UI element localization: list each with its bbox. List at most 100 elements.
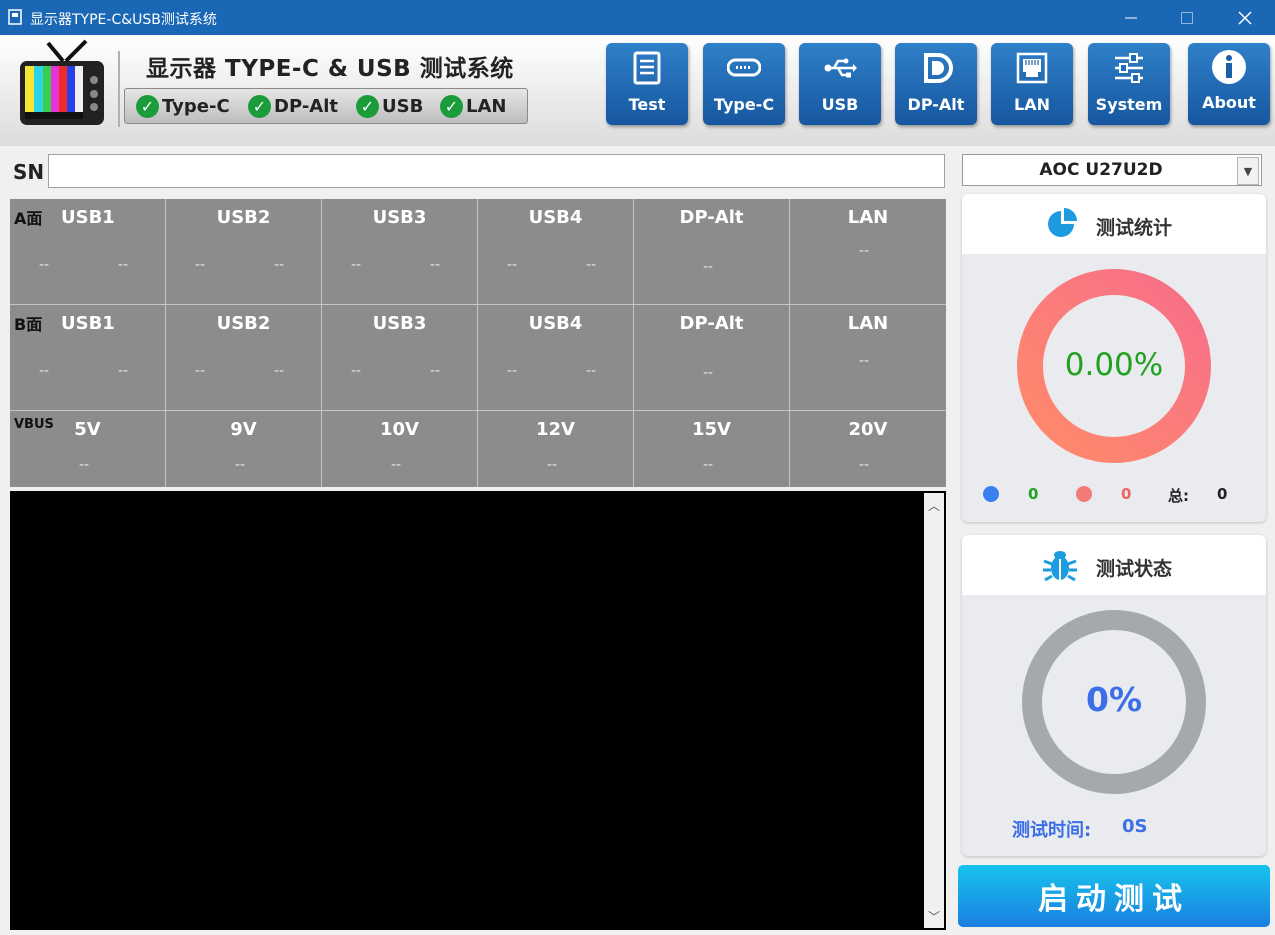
info-icon: [1212, 50, 1246, 84]
nav-lan-button[interactable]: LAN: [991, 43, 1073, 125]
test-time-value: 0S: [1122, 816, 1148, 837]
check-icon: ✓: [440, 94, 463, 118]
nav-dp-alt-button[interactable]: DP-Alt: [895, 43, 977, 125]
fail-dot-icon: [1076, 486, 1092, 502]
app-title: 显示器 TYPE-C & USB 测试系统: [146, 56, 514, 82]
bug-icon: [1043, 551, 1077, 582]
cell-header: 15V: [692, 419, 731, 440]
nav-label: System: [1095, 95, 1163, 114]
window-title: 显示器TYPE-C&USB测试系统: [30, 12, 217, 28]
cell-value: --: [547, 457, 558, 473]
nav-test-button[interactable]: Test: [606, 43, 688, 125]
nav-label: About: [1202, 93, 1256, 112]
model-select[interactable]: AOC U27U2D ▼: [962, 154, 1262, 186]
cell-value: --: [118, 363, 129, 379]
vbus-20v-cell: 20V --: [790, 411, 946, 487]
scroll-down-icon[interactable]: ﹀: [924, 906, 944, 926]
status-usb: ✓ USB: [356, 94, 423, 118]
cell-value: --: [703, 259, 714, 275]
minimize-button[interactable]: [1103, 0, 1159, 35]
nav-about-button[interactable]: About: [1188, 43, 1270, 125]
cell-value: --: [507, 363, 518, 379]
side-b-usb2-cell: USB2 -- --: [166, 305, 322, 411]
cell-header: DP-Alt: [679, 207, 744, 228]
chevron-down-icon[interactable]: ▼: [1237, 157, 1259, 185]
vbus-9v-cell: 9V --: [166, 411, 322, 487]
cell-header: 20V: [848, 419, 888, 440]
test-time-label: 测试时间:: [1012, 820, 1092, 841]
vbus-12v-cell: 12V --: [478, 411, 634, 487]
nav-system-button[interactable]: System: [1088, 43, 1170, 125]
results-grid: A面 USB1 -- -- USB2 -- -- USB3 -- -- USB4…: [10, 199, 946, 487]
cell-value: --: [195, 363, 206, 379]
cell-header: USB3: [372, 313, 427, 334]
check-icon: ✓: [248, 94, 271, 118]
cell-value: --: [118, 257, 129, 273]
minimize-icon: [1125, 17, 1137, 18]
pass-dot-icon: [983, 486, 999, 502]
stats-card-header: 测试统计: [962, 194, 1266, 254]
side-b-usb3-cell: USB3 -- --: [322, 305, 478, 411]
status-label: USB: [382, 95, 424, 117]
cell-value: --: [507, 257, 518, 273]
cell-header: USB4: [528, 313, 583, 334]
status-label: LAN: [466, 95, 507, 117]
cell-value: --: [430, 257, 441, 273]
cell-header: 12V: [536, 419, 575, 440]
cell-value: --: [39, 257, 50, 273]
title-bar: 显示器TYPE-C&USB测试系统: [0, 0, 1275, 35]
stats-card-title: 测试统计: [1096, 217, 1173, 239]
status-label: Type-C: [162, 95, 230, 117]
side-a-usb1-cell: A面 USB1 -- --: [10, 199, 166, 305]
side-a-usb3-cell: USB3 -- --: [322, 199, 478, 305]
vbus-15v-cell: 15V --: [634, 411, 790, 487]
side-a-usb4-cell: USB4 -- --: [478, 199, 634, 305]
model-select-value: AOC U27U2D: [1039, 160, 1163, 180]
cell-header: LAN: [847, 207, 889, 228]
cell-value: --: [859, 243, 870, 259]
cell-value: --: [703, 365, 714, 381]
close-button[interactable]: [1217, 0, 1273, 35]
check-icon: ✓: [136, 94, 159, 118]
log-scrollbar[interactable]: ︿ ﹀: [924, 493, 944, 928]
cell-header: 5V: [74, 419, 101, 440]
status-type-c: ✓ Type-C: [136, 94, 230, 118]
status-dp-alt: ✓ DP-Alt: [248, 94, 338, 118]
cell-header: USB4: [528, 207, 583, 228]
nav-label: USB: [821, 95, 859, 114]
start-test-button[interactable]: 启动测试: [958, 865, 1270, 927]
status-card-header: 测试状态: [962, 535, 1266, 595]
test-stats-card: 测试统计 0.00% 0 0 总: 0: [962, 194, 1266, 522]
side-b-dp-alt-cell: DP-Alt --: [634, 305, 790, 411]
cell-value: --: [586, 257, 597, 273]
maximize-button[interactable]: [1159, 0, 1215, 35]
vbus-10v-cell: 10V --: [322, 411, 478, 487]
sliders-icon: [1115, 53, 1143, 83]
cell-value: --: [274, 363, 285, 379]
close-icon: [1238, 10, 1252, 25]
cell-value: --: [195, 257, 206, 273]
status-lan: ✓ LAN: [440, 94, 506, 118]
side-a-dp-alt-cell: DP-Alt --: [634, 199, 790, 305]
sn-input[interactable]: [48, 154, 945, 188]
check-icon: ✓: [356, 94, 379, 118]
side-b-lan-cell: LAN --: [790, 305, 946, 411]
nav-type-c-button[interactable]: Type-C: [703, 43, 785, 125]
cell-header: USB1: [61, 207, 115, 228]
test-status-card: 测试状态 0% 测试时间: 0S: [962, 535, 1266, 856]
cell-header: USB1: [61, 313, 115, 334]
app-icon: [8, 9, 22, 25]
maximize-icon: [1181, 11, 1193, 24]
side-b-usb1-cell: B面 USB1 -- --: [10, 305, 166, 411]
total-count: 0: [1217, 485, 1228, 503]
log-console[interactable]: ︿ ﹀: [10, 491, 946, 930]
scroll-up-icon[interactable]: ︿: [924, 495, 944, 515]
status-label: DP-Alt: [274, 95, 338, 117]
cell-header: 10V: [380, 419, 419, 440]
displayport-icon: [924, 53, 953, 83]
app-header: 显示器 TYPE-C & USB 测试系统 ✓ Type-C ✓ DP-Alt …: [0, 35, 1275, 146]
cell-value: --: [79, 457, 90, 473]
header-divider: [118, 51, 120, 127]
nav-label: Test: [628, 95, 666, 114]
nav-usb-button[interactable]: USB: [799, 43, 881, 125]
